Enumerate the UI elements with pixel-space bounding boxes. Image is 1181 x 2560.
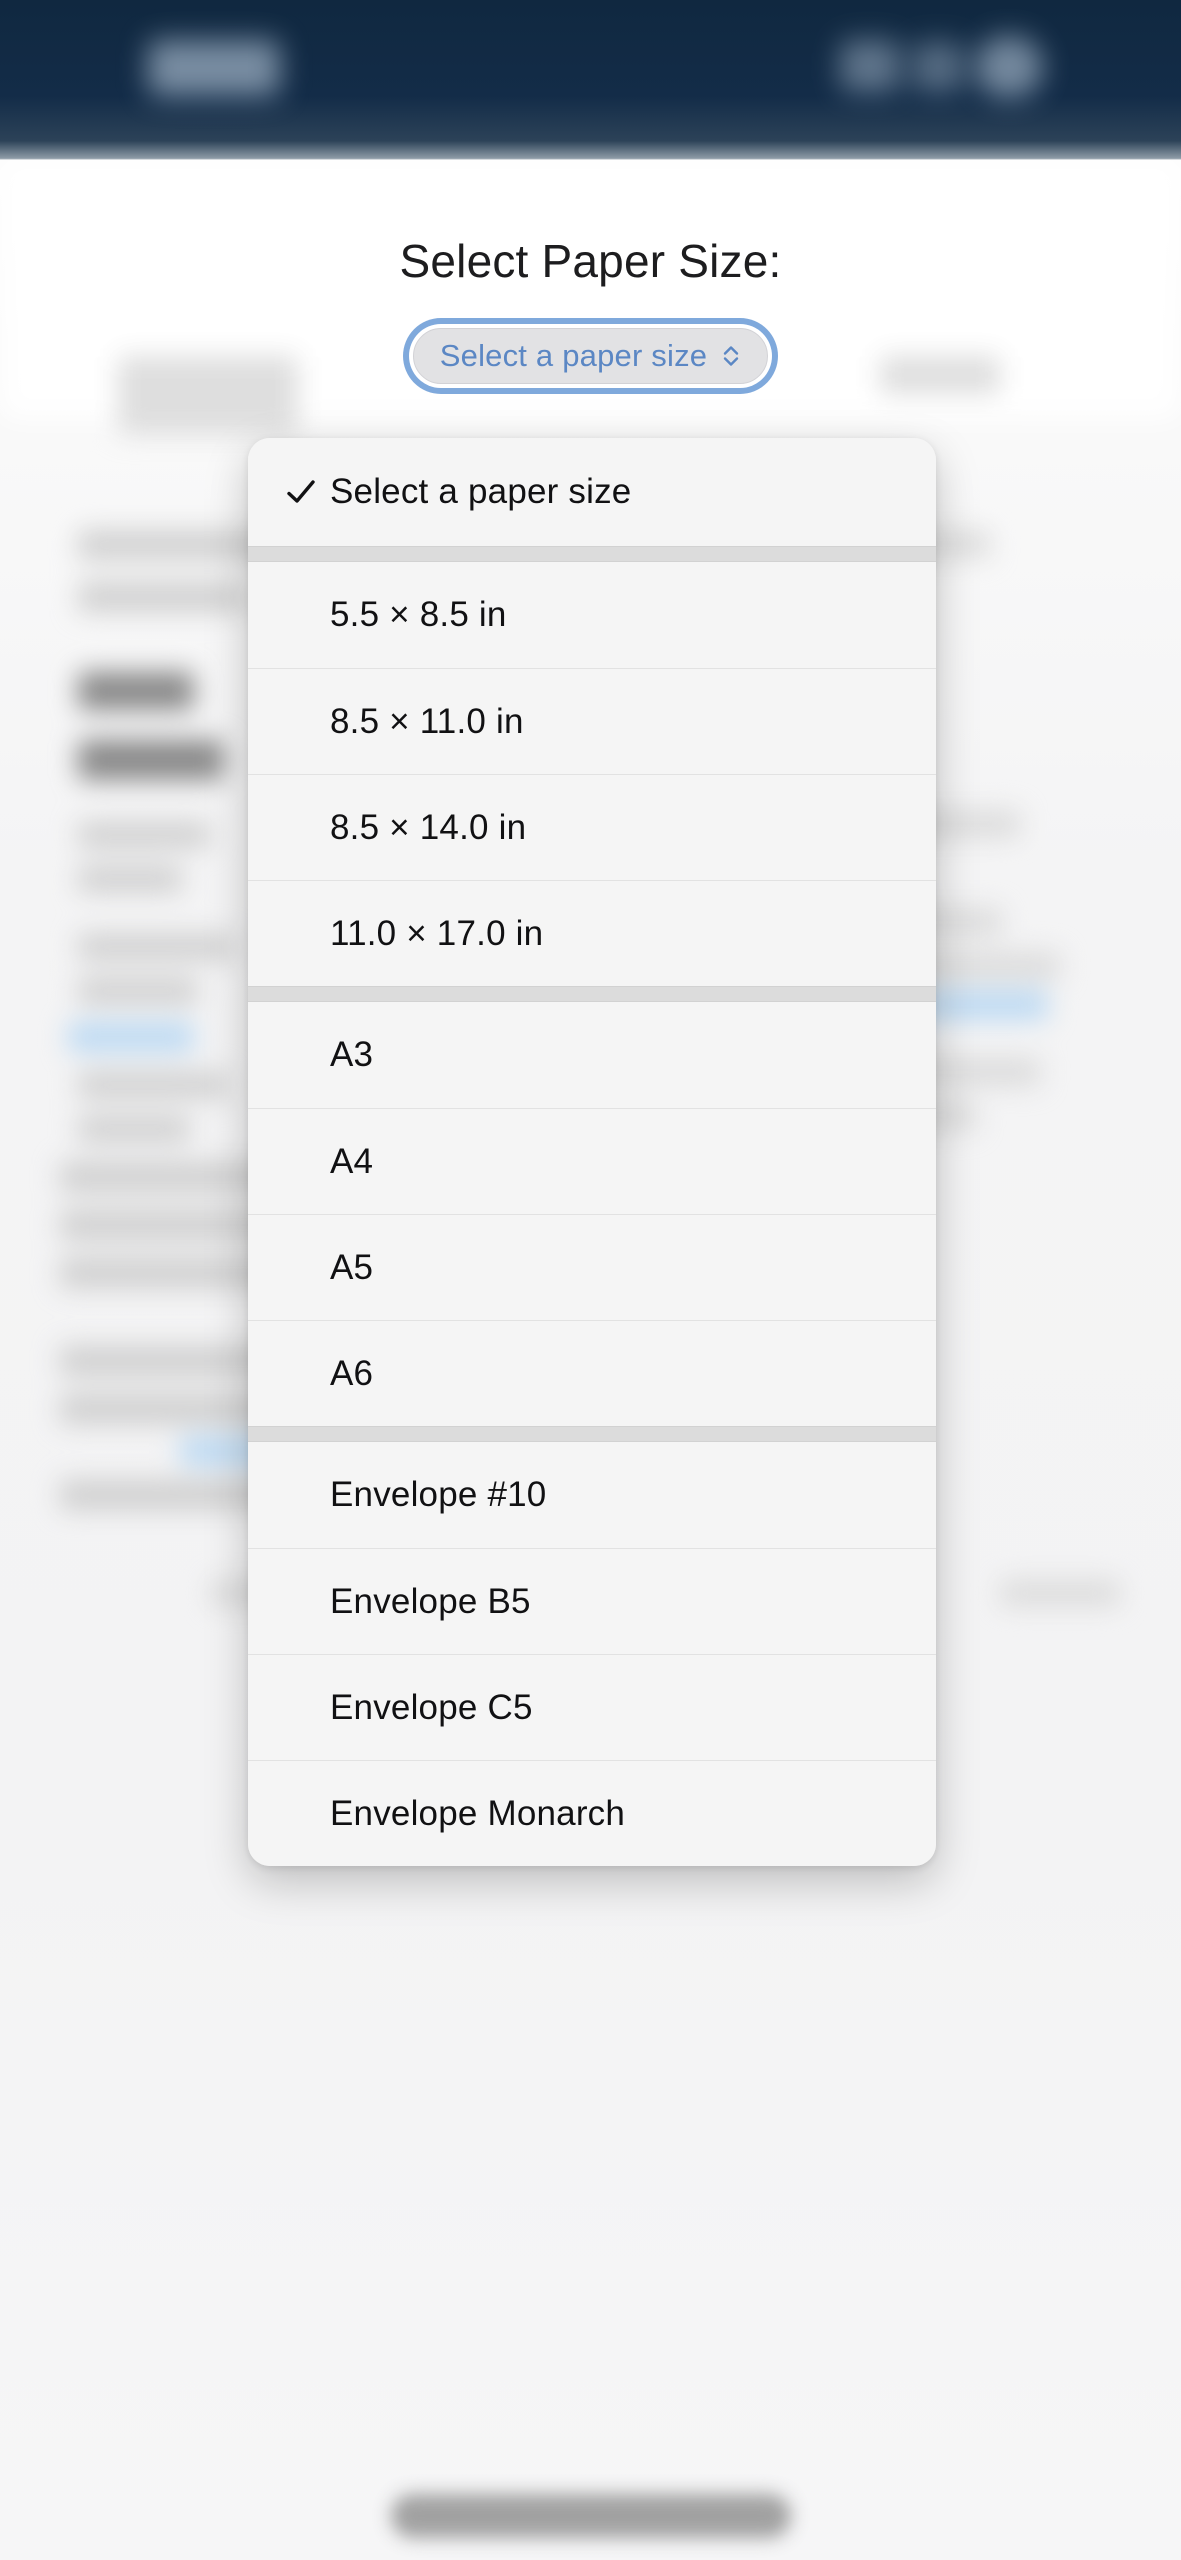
dropdown-option-label: A6 — [330, 1354, 373, 1394]
paper-size-prompt: Select Paper Size: Select a paper size — [0, 160, 1181, 388]
dropdown-group-separator — [248, 986, 936, 1002]
bg-text — [78, 1072, 228, 1098]
dropdown-option-label: 8.5 × 11.0 in — [330, 702, 524, 742]
bg-text — [78, 740, 224, 780]
dropdown-option-a6[interactable]: A6 — [248, 1320, 936, 1426]
dropdown-option-label: Envelope C5 — [330, 1688, 533, 1728]
bg-text — [78, 1116, 190, 1142]
bg-text — [78, 672, 194, 710]
browser-url-chip[interactable] — [148, 40, 280, 96]
dropdown-option-11-0x17-0in[interactable]: 11.0 × 17.0 in — [248, 880, 936, 986]
bg-text — [78, 582, 246, 612]
dropdown-option-envelope-b5[interactable]: Envelope B5 — [248, 1548, 936, 1654]
dropdown-option-label: 11.0 × 17.0 in — [330, 914, 543, 954]
dropdown-option-label: A4 — [330, 1142, 373, 1182]
paper-size-select[interactable]: Select a paper size — [413, 328, 768, 384]
bg-link — [920, 990, 1048, 1020]
bg-text — [78, 866, 182, 892]
paper-size-select-focus-ring: Select a paper size — [409, 324, 772, 388]
dropdown-option-envelope-10[interactable]: Envelope #10 — [248, 1442, 936, 1548]
dropdown-option-8-5x11-0in[interactable]: 8.5 × 11.0 in — [248, 668, 936, 774]
dropdown-option-label: A5 — [330, 1248, 373, 1288]
dropdown-group-separator — [248, 1426, 936, 1442]
browser-action-chip[interactable] — [840, 40, 900, 92]
dropdown-option-label: Select a paper size — [330, 472, 631, 512]
page-title: Select Paper Size: — [0, 160, 1181, 284]
paper-size-select-value: Select a paper size — [440, 338, 707, 374]
home-indicator — [391, 2494, 791, 2538]
dropdown-option-label: Envelope Monarch — [330, 1794, 625, 1834]
browser-action-chip[interactable] — [912, 42, 964, 92]
dropdown-option-8-5x14-0in[interactable]: 8.5 × 14.0 in — [248, 774, 936, 880]
dropdown-option-label: Envelope #10 — [330, 1475, 546, 1515]
bg-text — [1000, 1580, 1120, 1606]
screen: Select Paper Size: Select a paper size — [0, 0, 1181, 2560]
bg-text — [78, 978, 198, 1004]
bg-text — [78, 822, 210, 848]
dropdown-group-separator — [248, 546, 936, 562]
dropdown-option-a4[interactable]: A4 — [248, 1108, 936, 1214]
paper-size-dropdown-menu[interactable]: Select a paper size 5.5 × 8.5 in 8.5 × 1… — [248, 438, 936, 1866]
dropdown-option-envelope-c5[interactable]: Envelope C5 — [248, 1654, 936, 1760]
bg-text — [78, 934, 234, 960]
browser-avatar-chip[interactable] — [975, 36, 1043, 98]
dropdown-option-label: 8.5 × 14.0 in — [330, 808, 526, 848]
dropdown-option-placeholder[interactable]: Select a paper size — [248, 438, 936, 546]
dropdown-option-envelope-monarch[interactable]: Envelope Monarch — [248, 1760, 936, 1866]
checkmark-icon — [284, 475, 318, 509]
dropdown-option-a3[interactable]: A3 — [248, 1002, 936, 1108]
dropdown-option-label: 5.5 × 8.5 in — [330, 595, 507, 635]
dropdown-option-label: A3 — [330, 1035, 373, 1075]
bg-link — [68, 1022, 194, 1052]
browser-chrome-bar — [0, 0, 1181, 160]
dropdown-option-5-5x8-5in[interactable]: 5.5 × 8.5 in — [248, 562, 936, 668]
dropdown-option-a5[interactable]: A5 — [248, 1214, 936, 1320]
chevron-up-down-icon — [721, 343, 741, 369]
dropdown-option-label: Envelope B5 — [330, 1582, 531, 1622]
